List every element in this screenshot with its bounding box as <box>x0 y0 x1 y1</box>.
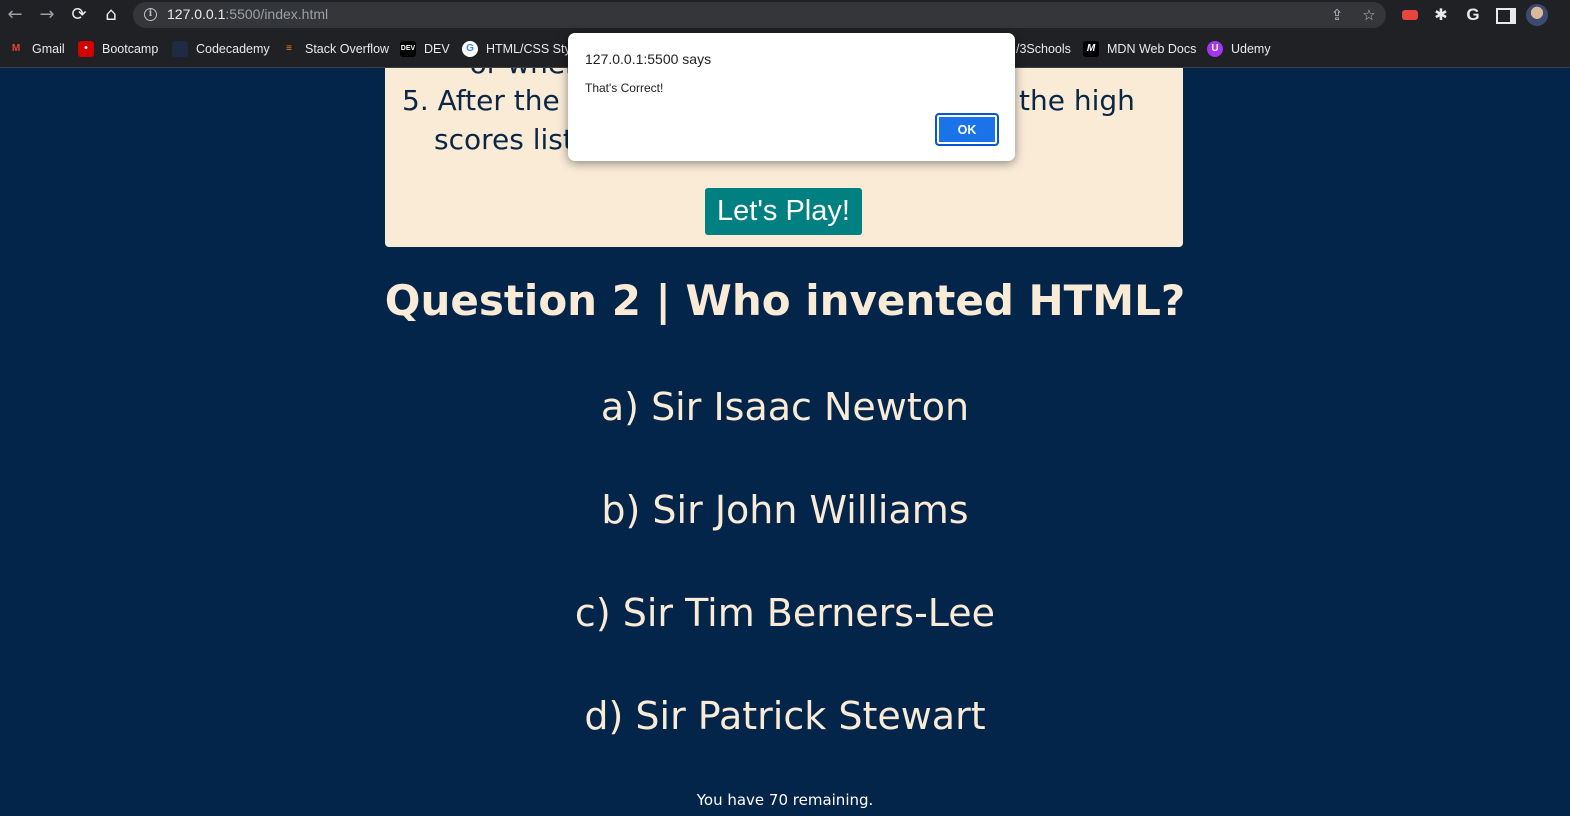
udemy-icon: U <box>1207 41 1223 57</box>
bootcamp-icon: • <box>78 41 94 57</box>
url-text[interactable]: 127.0.0.1:5500/index.html <box>167 6 328 22</box>
timer-text: You have 70 remaining. <box>696 791 874 809</box>
rule-item-5: 5. After the g <box>402 84 587 117</box>
back-arrow-icon[interactable]: ← <box>3 3 27 27</box>
stackoverflow-icon: ≡ <box>286 43 292 54</box>
alert-ok-button[interactable]: OK <box>935 113 999 146</box>
answer-option-c[interactable]: c) Sir Tim Berners-Lee <box>0 587 1570 639</box>
dev-icon: DEV <box>400 41 416 57</box>
screen-recorder-extension-icon[interactable] <box>1402 10 1418 20</box>
bookmark-dev[interactable]: DEV DEV <box>400 40 450 58</box>
side-panel-icon[interactable] <box>1496 8 1516 24</box>
forward-arrow-icon[interactable]: → <box>35 3 59 27</box>
share-icon[interactable]: ⇪ <box>1327 5 1347 25</box>
google-extension-icon[interactable]: G <box>1462 4 1484 26</box>
bookmark-html-css-style[interactable]: G HTML/CSS Style <box>462 40 580 58</box>
address-bar[interactable]: i 127.0.0.1:5500/index.html ⇪ ☆ <box>133 2 1386 28</box>
alert-dialog: 127.0.0.1:5500 says That's Correct! OK <box>568 33 1015 161</box>
google-icon: G <box>462 41 478 57</box>
mdn-icon: M <box>1083 41 1099 57</box>
rule-item-5-end: the high <box>1019 84 1135 117</box>
bookmark-stack-overflow[interactable]: ≡ Stack Overflow <box>281 40 389 58</box>
profile-avatar[interactable] <box>1526 4 1548 26</box>
site-info-icon[interactable]: i <box>144 8 157 21</box>
bookmark-w3schools[interactable]: /3Schools <box>1016 40 1071 58</box>
reload-icon[interactable]: ⟳ <box>67 3 91 27</box>
answer-option-a[interactable]: a) Sir Isaac Newton <box>0 381 1570 433</box>
bookmark-udemy[interactable]: U Udemy <box>1207 40 1271 58</box>
home-icon[interactable]: ⌂ <box>99 3 123 27</box>
alert-message: That's Correct! <box>585 81 664 95</box>
bookmark-mdn[interactable]: M MDN Web Docs <box>1083 40 1196 58</box>
question-title: Question 2 | Who invented HTML? <box>384 276 1186 325</box>
bookmark-codecademy[interactable]: Codecademy <box>172 40 270 58</box>
rule-item-5-line2: scores list. <box>434 123 583 156</box>
lets-play-button[interactable]: Let's Play! <box>705 188 862 235</box>
bookmark-star-icon[interactable]: ☆ <box>1359 5 1379 25</box>
answer-option-b[interactable]: b) Sir John Williams <box>0 484 1570 536</box>
answer-option-d[interactable]: d) Sir Patrick Stewart <box>0 690 1570 742</box>
extensions-puzzle-icon[interactable]: ✱ <box>1430 4 1452 26</box>
bookmark-gmail[interactable]: M Gmail <box>8 40 65 58</box>
browser-toolbar: ← → ⟳ ⌂ i 127.0.0.1:5500/index.html ⇪ ☆ … <box>0 0 1570 30</box>
alert-title: 127.0.0.1:5500 says <box>585 51 712 67</box>
bookmark-bootcamp[interactable]: • Bootcamp <box>78 40 158 58</box>
gmail-icon: M <box>11 43 21 54</box>
codecademy-icon <box>172 41 188 57</box>
